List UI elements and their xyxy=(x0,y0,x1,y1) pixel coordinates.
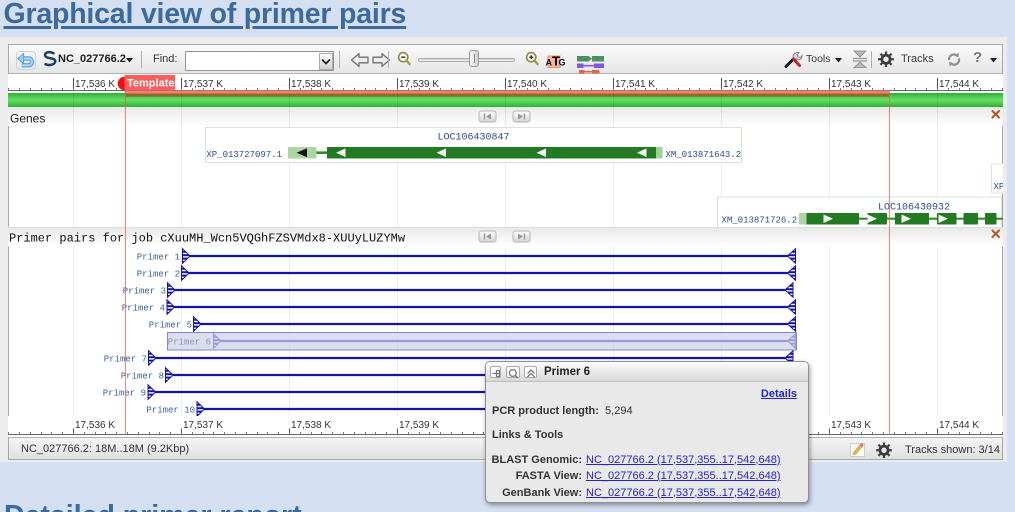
svg-text:17,539 K: 17,539 K xyxy=(399,79,439,90)
svg-text:Primer 2: Primer 2 xyxy=(137,270,180,280)
svg-text:17,544 K: 17,544 K xyxy=(939,79,979,90)
svg-text:LOC106430847: LOC106430847 xyxy=(437,133,509,144)
svg-text:17,536 K: 17,536 K xyxy=(75,79,115,90)
svg-text:Primer 6: Primer 6 xyxy=(168,338,211,348)
svg-text:17,540 K: 17,540 K xyxy=(507,79,547,90)
svg-text:17,538 K: 17,538 K xyxy=(291,79,331,90)
svg-text:XM_013871726.2: XM_013871726.2 xyxy=(722,216,798,226)
svg-text:Primer 5: Primer 5 xyxy=(149,321,192,331)
svg-text:Primer 3: Primer 3 xyxy=(123,287,166,297)
svg-text:Primer 8: Primer 8 xyxy=(121,372,164,382)
svg-text:17,536 K: 17,536 K xyxy=(75,420,115,431)
svg-text:XP_0: XP_0 xyxy=(994,182,1004,192)
svg-text:17,543 K: 17,543 K xyxy=(831,420,871,431)
svg-text:17,541 K: 17,541 K xyxy=(615,79,655,90)
svg-text:17,539 K: 17,539 K xyxy=(399,420,439,431)
svg-text:Primer pairs for job cXuuMH_Wc: Primer pairs for job cXuuMH_Wcn5VQGhFZSV… xyxy=(9,232,406,246)
svg-text:17,544 K: 17,544 K xyxy=(939,420,979,431)
svg-text:LOC106430932: LOC106430932 xyxy=(878,203,950,214)
svg-text:G: G xyxy=(559,58,566,68)
svg-text:Primer 10: Primer 10 xyxy=(146,406,195,416)
svg-text:Primer 9: Primer 9 xyxy=(103,389,146,399)
svg-text:17,537 K: 17,537 K xyxy=(183,420,223,431)
svg-text:XP_013727097.1: XP_013727097.1 xyxy=(206,150,282,160)
svg-text:XM_013871643.2: XM_013871643.2 xyxy=(666,150,742,160)
svg-text:Genes: Genes xyxy=(10,112,45,126)
svg-text:17,543 K: 17,543 K xyxy=(831,79,871,90)
svg-text:Primer 1: Primer 1 xyxy=(137,253,180,263)
svg-text:17,537 K: 17,537 K xyxy=(183,79,223,90)
svg-text:Template: Template xyxy=(127,78,174,90)
svg-text:Primer 4: Primer 4 xyxy=(122,304,165,314)
svg-text:17,538 K: 17,538 K xyxy=(291,420,331,431)
svg-text:17,542 K: 17,542 K xyxy=(723,79,763,90)
